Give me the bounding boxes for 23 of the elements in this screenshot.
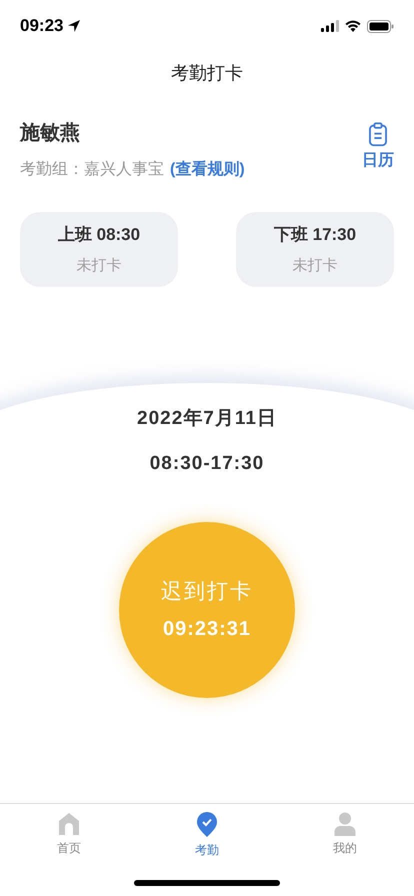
battery-icon [367,20,394,32]
view-rules-link[interactable]: (查看规则) [170,158,245,182]
wifi-icon [345,20,361,32]
location-check-icon [196,812,218,838]
punch-status: 未打卡 [76,256,122,276]
calendar-button[interactable]: 日历 [362,118,394,173]
shift-time: 下班 17:30 [274,224,356,246]
page-title: 考勤打卡 [171,62,243,84]
tab-item[interactable]: 考勤 [167,812,247,859]
work-hours: 08:30-17:30 [150,452,264,476]
punch-status: 未打卡 [292,256,338,276]
tab-item[interactable]: 我的 [305,812,385,857]
employee-name: 施敏燕 [20,121,81,146]
shift-time: 上班 08:30 [58,224,140,246]
home-icon [58,812,80,836]
tab-item[interactable]: 首页 [29,812,109,857]
location-arrow-icon [67,19,82,33]
status-time: 09:23 [20,15,64,38]
clipboard-icon [368,122,388,147]
signal-icon [321,20,339,32]
attendance-group: 考勤组：嘉兴人事宝 [20,158,164,182]
punch-date: 2022年7月11日 [137,407,277,431]
person-icon [334,812,356,836]
